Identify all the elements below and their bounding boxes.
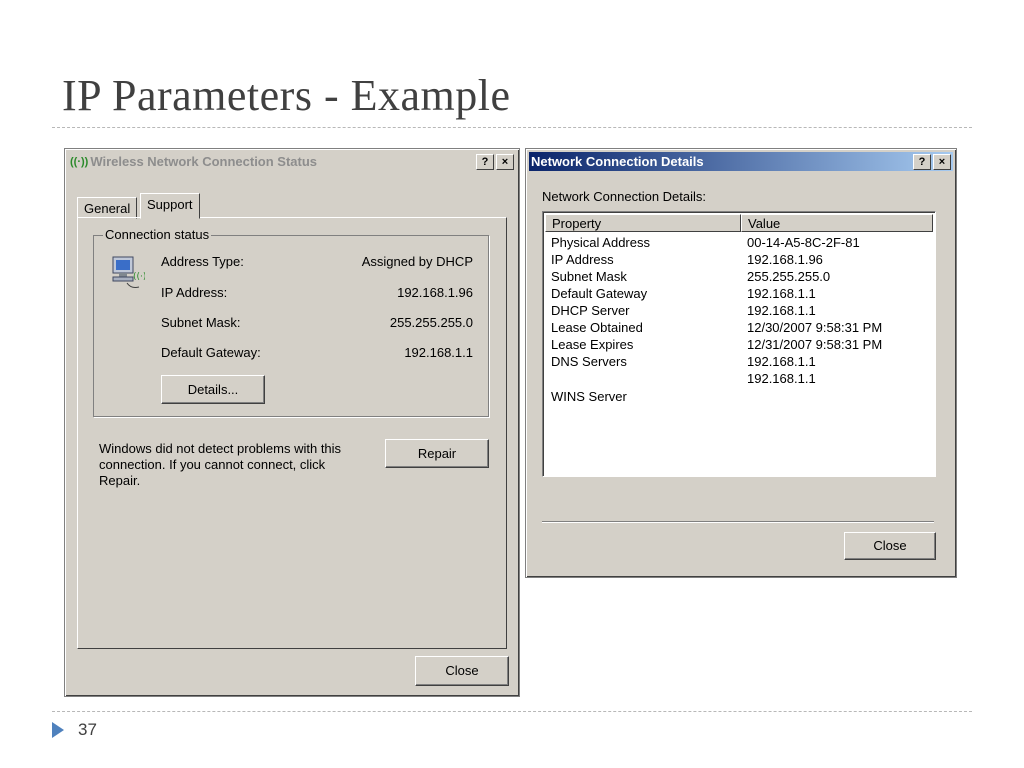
bottom-divider: [52, 711, 972, 712]
close-icon[interactable]: ×: [933, 154, 951, 170]
connection-details-window: Network Connection Details ? × Network C…: [525, 148, 957, 578]
list-item-value: 12/31/2007 9:58:31 PM: [747, 337, 883, 352]
top-divider: [52, 127, 972, 128]
list-item-value: 192.168.1.1: [747, 354, 816, 369]
list-item-value: 192.168.1.1: [747, 371, 816, 386]
address-type-label: Address Type:: [161, 254, 244, 269]
list-item-property: WINS Server: [551, 389, 627, 404]
list-item-value: 192.168.1.1: [747, 303, 816, 318]
tab-general[interactable]: General: [77, 197, 138, 219]
list-item-property: Lease Obtained: [551, 320, 643, 335]
list-item-property: DHCP Server: [551, 303, 630, 318]
separator: [542, 521, 934, 523]
ip-address-label: IP Address:: [161, 285, 228, 300]
list-item-property: IP Address: [551, 252, 614, 267]
details-list[interactable]: Property Value Physical Address 00-14-A5…: [542, 211, 936, 477]
status-titlebar[interactable]: ((·)) Wireless Network Connection Status…: [68, 152, 516, 171]
subnet-mask-label: Subnet Mask:: [161, 315, 241, 330]
bullet-arrow-icon: [52, 722, 64, 738]
list-item-property: DNS Servers: [551, 354, 627, 369]
list-item-property: Default Gateway: [551, 286, 648, 301]
list-item-value: 255.255.255.0: [747, 269, 831, 284]
subnet-mask-value: 255.255.255.0: [389, 315, 473, 330]
details-caption: Network Connection Details:: [542, 189, 707, 204]
connection-status-window: ((·)) Wireless Network Connection Status…: [64, 148, 520, 697]
property-column-header[interactable]: Property: [545, 214, 741, 232]
status-window-title: Wireless Network Connection Status: [90, 154, 318, 169]
default-gateway-value: 192.168.1.1: [404, 345, 473, 360]
wireless-icon: ((·)): [70, 155, 89, 168]
page-number: 37: [78, 720, 97, 739]
list-item-property: Subnet Mask: [551, 269, 627, 284]
svg-text:((·)): ((·)): [133, 272, 145, 282]
help-button[interactable]: ?: [913, 154, 931, 170]
details-titlebar[interactable]: Network Connection Details ? ×: [529, 152, 953, 171]
close-icon[interactable]: ×: [496, 154, 514, 170]
help-button[interactable]: ?: [476, 154, 494, 170]
list-item-value: 192.168.1.1: [747, 286, 816, 301]
group-label: Connection status: [103, 227, 212, 242]
slide-title: IP Parameters - Example: [62, 71, 511, 120]
address-type-value: Assigned by DHCP: [361, 254, 473, 269]
list-item-property: Lease Expires: [551, 337, 634, 352]
diagnostic-message: Windows did not detect problems with thi…: [99, 441, 342, 488]
close-button[interactable]: Close: [844, 532, 936, 560]
close-button[interactable]: Close: [415, 656, 509, 686]
list-item-value: 00-14-A5-8C-2F-81: [747, 235, 860, 250]
list-item-value: 192.168.1.96: [747, 252, 823, 267]
details-window-title: Network Connection Details: [531, 154, 704, 169]
tab-support[interactable]: Support: [140, 193, 200, 219]
details-button[interactable]: Details...: [161, 375, 265, 404]
list-item-property: Physical Address: [551, 235, 650, 250]
list-item-value: 12/30/2007 9:58:31 PM: [747, 320, 883, 335]
network-connection-icon: ((·)): [112, 256, 145, 288]
repair-button[interactable]: Repair: [385, 439, 489, 468]
ip-address-value: 192.168.1.96: [397, 285, 473, 300]
value-column-header[interactable]: Value: [741, 214, 933, 232]
default-gateway-label: Default Gateway:: [161, 345, 261, 360]
